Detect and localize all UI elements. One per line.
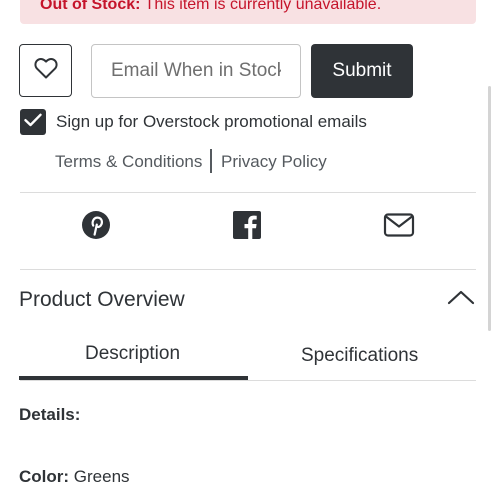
promo-emails-label: Sign up for Overstock promotional emails [56, 112, 367, 131]
promo-emails-checkbox[interactable] [20, 109, 46, 135]
email-share-button[interactable] [382, 210, 416, 244]
active-tab-indicator [19, 376, 248, 380]
tab-specifications[interactable]: Specifications [301, 345, 418, 367]
collapse-overview-button[interactable] [446, 286, 476, 312]
checkmark-icon [24, 113, 42, 132]
product-overview-title: Product Overview [19, 288, 185, 311]
divider [20, 269, 476, 270]
color-attribute-key: Color: [19, 467, 70, 486]
email-icon [383, 212, 415, 243]
scrollbar[interactable] [488, 86, 491, 331]
submit-button[interactable]: Submit [311, 44, 413, 98]
alert-text: This item is currently unavailable. [144, 0, 382, 13]
email-when-in-stock-input[interactable] [91, 44, 301, 98]
terms-and-conditions-link[interactable]: Terms & Conditions [55, 152, 202, 172]
alert-strong-text: Out of Stock: [40, 0, 141, 13]
facebook-icon [232, 210, 262, 245]
chevron-up-icon [447, 289, 475, 310]
link-divider [210, 149, 212, 173]
pinterest-icon [81, 210, 111, 245]
heart-icon [33, 57, 58, 84]
pinterest-share-button[interactable] [79, 210, 113, 244]
facebook-share-button[interactable] [230, 210, 264, 244]
out-of-stock-alert: Out of Stock: This item is currently una… [20, 0, 476, 24]
privacy-policy-link[interactable]: Privacy Policy [221, 152, 327, 172]
color-attribute-value: Greens [73, 467, 130, 486]
wishlist-button[interactable] [19, 44, 72, 97]
tab-description[interactable]: Description [85, 343, 180, 365]
color-attribute: Color: Greens [19, 467, 130, 487]
tabs-baseline [20, 380, 476, 381]
divider [20, 192, 476, 193]
details-label: Details: [19, 405, 81, 424]
